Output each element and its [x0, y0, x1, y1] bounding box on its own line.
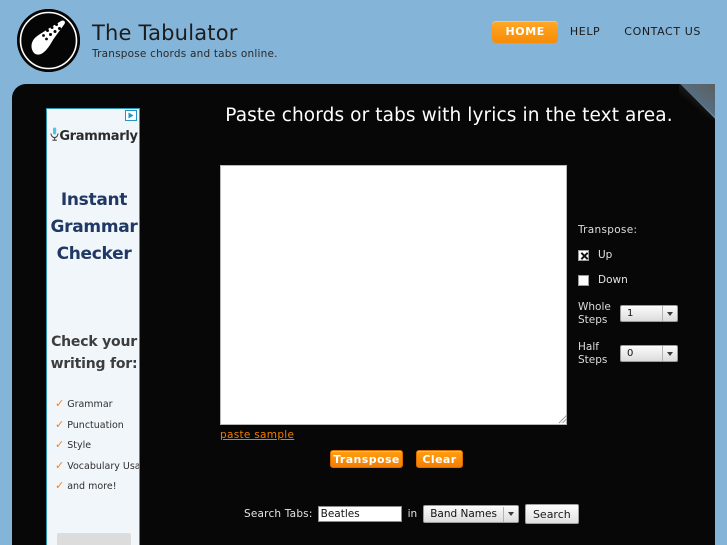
half-steps-label: Half Steps [578, 341, 608, 366]
check-mark-icon: ✓ [55, 458, 65, 472]
search-tabs-label: Search Tabs: [244, 508, 313, 520]
list-item: ✓Vocabulary Usage [55, 458, 139, 472]
list-item: ✓ and more! [55, 479, 117, 492]
clear-button[interactable]: Clear [416, 450, 463, 468]
nav-item-contact-us[interactable]: CONTACT US [612, 20, 713, 44]
list-item: ✓ Grammar [55, 397, 113, 410]
search-in-label: in [407, 508, 418, 520]
transpose-label: Transpose: [578, 224, 638, 236]
ad-brand-name: Grammarly [47, 127, 139, 146]
site-header: The Tabulator Transpose chords and tabs … [0, 0, 727, 84]
chevron-down-icon[interactable] [662, 306, 677, 321]
chords-textarea[interactable] [220, 165, 567, 425]
chevron-down-icon[interactable] [502, 506, 518, 522]
ad-subheadline: Check your writing for: [50, 334, 138, 372]
search-input[interactable] [317, 506, 402, 522]
page-curl-shadow [679, 84, 715, 120]
page-curl-decoration [679, 84, 715, 120]
transpose-options-panel: Transpose: Up Down Whole Steps 1 Half St… [578, 224, 708, 366]
site-tagline: Transpose chords and tabs online. [92, 47, 278, 60]
whole-steps-value: 1 [627, 308, 634, 319]
ad-brand-label: Grammarly [59, 129, 138, 144]
checkbox-up-label: Up [598, 249, 613, 261]
half-steps-select[interactable]: 0 [620, 345, 678, 362]
brand[interactable]: The Tabulator Transpose chords and tabs … [17, 9, 278, 72]
transpose-button[interactable]: Transpose [330, 450, 403, 468]
nav-item-home[interactable]: HOME [492, 21, 558, 43]
search-scope-select[interactable]: Band Names [423, 505, 519, 523]
half-steps-row: Half Steps 0 [578, 341, 708, 366]
site-title: The Tabulator [92, 20, 238, 45]
check-mark-icon: ✓ [55, 397, 65, 410]
checkbox-down-label: Down [598, 274, 628, 286]
ad-headline: Instant Grammar Checker [50, 190, 138, 264]
content-panel: Grammarly Instant Grammar Checker Check … [12, 84, 715, 545]
brand-text: The Tabulator Transpose chords and tabs … [92, 21, 278, 61]
checkbox-up[interactable] [578, 249, 589, 261]
check-mark-icon: ✓ [55, 417, 65, 431]
whole-steps-label: Whole Steps [578, 301, 611, 326]
paste-sample-link[interactable]: paste sample [220, 429, 294, 441]
main-navigation: HOME HELP CONTACT US [492, 20, 713, 44]
whole-steps-row: Whole Steps 1 [578, 301, 708, 326]
chevron-down-icon[interactable] [662, 346, 677, 361]
search-tabs-row: Search Tabs: in Band Names Search [244, 504, 579, 524]
check-mark-icon: ✓ [55, 438, 65, 451]
search-scope-value: Band Names [430, 508, 497, 520]
ad-feature-list: ✓ Grammar ✓ Punctuation ✓ Style ✓ Vocabulary… [55, 394, 139, 497]
transpose-direction-down[interactable]: Down [578, 274, 708, 286]
ad-cta-button[interactable] [57, 533, 131, 545]
adchoices-icon[interactable] [125, 110, 137, 121]
guitar-headstock-icon [17, 9, 80, 72]
whole-steps-select[interactable]: 1 [620, 305, 678, 322]
search-button[interactable]: Search [524, 504, 579, 524]
page-root: The Tabulator Transpose chords and tabs … [0, 0, 727, 545]
list-item: ✓ Style [55, 438, 92, 451]
list-item: ✓ Punctuation [55, 417, 124, 431]
half-steps-value: 0 [627, 348, 634, 359]
microphone-icon [50, 127, 59, 146]
page-title: Paste chords or tabs with lyrics in the … [225, 105, 673, 126]
advertisement-banner[interactable]: Grammarly Instant Grammar Checker Check … [46, 108, 140, 545]
check-mark-icon: ✓ [55, 479, 65, 492]
checkbox-down[interactable] [578, 274, 589, 286]
nav-item-help[interactable]: HELP [558, 20, 612, 44]
transpose-direction-up[interactable]: Up [578, 249, 708, 261]
